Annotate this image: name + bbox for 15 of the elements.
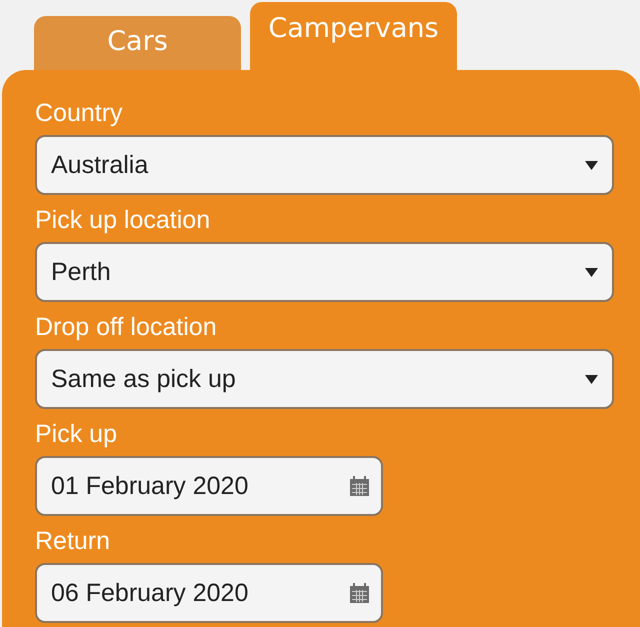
- field-label: Drop off location: [35, 312, 217, 343]
- calendar-icon: [350, 476, 369, 496]
- field-label: Country: [35, 98, 123, 129]
- dropdown-field[interactable]: Same as pick up: [35, 349, 614, 409]
- date-field[interactable]: 01 February 2020: [35, 456, 383, 516]
- caret-icon: [585, 268, 598, 276]
- dropdown-field[interactable]: Perth: [35, 242, 614, 302]
- caret-icon: [585, 160, 598, 170]
- field-label: Return: [35, 526, 110, 557]
- calendar-icon: [350, 583, 369, 603]
- field-label: Pick up: [35, 419, 117, 450]
- dropdown-field[interactable]: Australia: [35, 135, 614, 195]
- date-field[interactable]: 06 February 2020: [35, 563, 383, 623]
- field-label: Pick up location: [35, 205, 210, 236]
- caret-icon: [585, 374, 598, 384]
